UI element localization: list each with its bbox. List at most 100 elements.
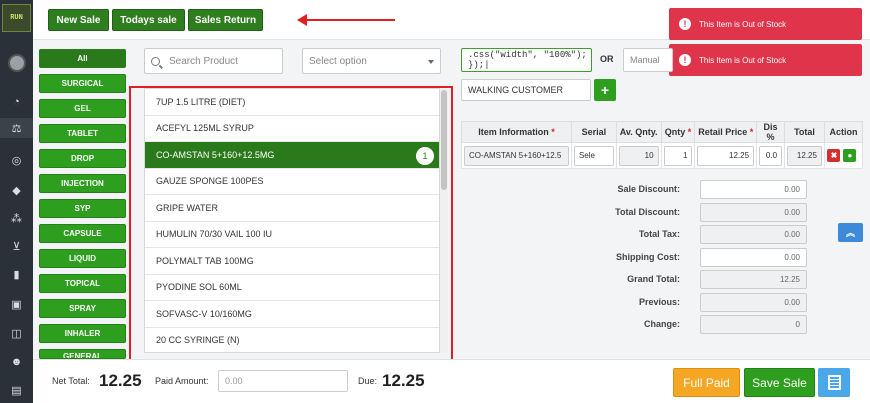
save-sale-button[interactable]: Save Sale xyxy=(744,368,815,397)
search-placeholder: Search Product xyxy=(169,55,238,67)
cart-icon[interactable]: ⊻ xyxy=(0,236,33,256)
category-tablet[interactable]: TABLET xyxy=(39,124,126,143)
book-icon[interactable]: ◫ xyxy=(0,323,33,343)
product-item[interactable]: SOFVASC-V 10/160MG xyxy=(145,301,439,328)
product-name: GRIPE WATER xyxy=(156,202,219,213)
todays-sale-button[interactable]: Todays sale xyxy=(112,9,185,31)
full-paid-button[interactable]: Full Paid xyxy=(673,368,740,397)
chevron-up-icon[interactable]: ︽ xyxy=(838,223,863,242)
column-header: Item Information * xyxy=(461,121,572,143)
product-item-selected[interactable]: CO-AMSTAN 5+160+12.5MG 1 xyxy=(145,142,439,169)
category-injection[interactable]: INJECTION xyxy=(39,174,126,193)
category-gel[interactable]: GEL xyxy=(39,99,126,118)
bag-icon[interactable]: ◆ xyxy=(0,180,33,200)
summary-label: Change: xyxy=(644,319,680,329)
product-name: CO-AMSTAN 5+160+12.5MG xyxy=(156,149,275,160)
scale-icon[interactable]: ⚖ xyxy=(0,118,33,138)
column-header: Total xyxy=(784,121,825,143)
product-item[interactable]: 7UP 1.5 LITRE (DIET) xyxy=(145,89,439,116)
grand-total-field: 12.25 xyxy=(700,269,807,289)
total-discount-row: Total Discount: 0.00 xyxy=(580,202,830,222)
category-surgical[interactable]: SURGICAL xyxy=(39,74,126,93)
manual-input[interactable]: Manual xyxy=(623,48,673,72)
category-topical[interactable]: TOPICAL xyxy=(39,274,126,293)
category-drop[interactable]: DROP xyxy=(39,149,126,168)
scrollbar-thumb[interactable] xyxy=(441,90,447,190)
out-of-stock-toast[interactable]: ! This Item is Out of Stock xyxy=(669,44,862,76)
product-item[interactable]: HUMULIN 70/30 VAIL 100 IU xyxy=(145,222,439,248)
summary-label: Sale Discount: xyxy=(617,184,680,194)
new-sale-button[interactable]: New Sale xyxy=(48,9,109,31)
out-of-stock-toast[interactable]: ! This Item is Out of Stock xyxy=(669,8,862,40)
side-icon-bar: RUN ◔ ⚖ ◎ ◆ ⁂ ⊻ ▮ ▣ ◫ ☻ ▤ xyxy=(0,0,33,403)
summary-label: Shipping Cost: xyxy=(616,252,680,262)
or-label: OR xyxy=(600,54,614,64)
category-inhaler[interactable]: INHALER xyxy=(39,324,126,343)
alert-icon: ! xyxy=(679,18,691,30)
sale-discount-row: Sale Discount: 0.00 xyxy=(580,179,830,199)
category-spray[interactable]: SPRAY xyxy=(39,299,126,318)
category-all[interactable]: All xyxy=(39,49,126,68)
available-qty-field: 10 xyxy=(618,145,659,166)
paid-amount-input[interactable]: 0.00 xyxy=(218,370,348,392)
due-label: Due: xyxy=(358,376,378,386)
product-item[interactable]: ACEFYL 125ML SYRUP xyxy=(145,116,439,142)
category-syp[interactable]: SYP xyxy=(39,199,126,218)
column-header: Av. Qnty. xyxy=(615,121,662,143)
change-row: Change: 0 xyxy=(580,314,830,334)
change-field: 0 xyxy=(700,314,807,334)
barcode-input[interactable]: .css("width", "100%"); });| xyxy=(461,48,592,72)
previous-row: Previous: 0.00 xyxy=(580,292,830,312)
sales-return-button[interactable]: Sales Return xyxy=(188,9,263,31)
category-liquid[interactable]: LIQUID xyxy=(39,249,126,268)
customer-input[interactable]: WALKING CUSTOMER xyxy=(461,79,591,101)
shipping-cost-field[interactable]: 0.00 xyxy=(700,247,807,267)
due-value: 12.25 xyxy=(382,371,425,390)
total-discount-field: 0.00 xyxy=(700,202,807,222)
product-item[interactable]: PYODINE SOL 60ML xyxy=(145,275,439,301)
net-total-value: 12.25 xyxy=(99,371,142,390)
product-name: ACEFYL 125ML SYRUP xyxy=(156,123,254,134)
total-tax-field: 0.00 xyxy=(700,224,807,244)
product-name: POLYMALT TAB 100MG xyxy=(156,255,254,266)
product-name: GAUZE SPONGE 100PES xyxy=(156,176,264,187)
calculator-button[interactable] xyxy=(818,368,850,397)
globe-icon[interactable]: ◎ xyxy=(0,150,33,170)
product-item[interactable]: GRIPE WATER xyxy=(145,195,439,222)
app-logo: RUN xyxy=(2,4,31,32)
category-general[interactable]: GENERAL xyxy=(39,349,126,359)
sale-items-table: Item Information * Serial Av. Qnty. Qnty… xyxy=(461,121,864,169)
toast-text: This Item is Out of Stock xyxy=(699,19,787,29)
item-info-field[interactable]: CO-AMSTAN 5+160+12.5 xyxy=(464,145,569,166)
category-capsule[interactable]: CAPSULE xyxy=(39,224,126,243)
column-header: Serial xyxy=(570,121,617,143)
view-icon[interactable]: ● xyxy=(843,149,857,162)
retail-price-field[interactable]: 12.25 xyxy=(697,145,755,166)
option-select[interactable]: Select option xyxy=(302,48,441,74)
sale-discount-field[interactable]: 0.00 xyxy=(700,179,807,199)
money-icon[interactable]: ▣ xyxy=(0,294,33,314)
discount-field[interactable]: 0.0 xyxy=(759,145,783,166)
total-tax-row: Total Tax: 0.00 xyxy=(580,224,830,244)
users-icon[interactable]: ☻ xyxy=(0,352,33,372)
chevron-down-icon xyxy=(428,60,434,64)
product-item[interactable]: GAUZE SPONGE 100PES xyxy=(145,169,439,195)
qty-field[interactable]: 1 xyxy=(663,145,693,166)
bar-chart-icon[interactable]: ▮ xyxy=(0,264,33,284)
network-icon[interactable]: ⁂ xyxy=(0,208,33,228)
product-item[interactable]: 20 CC SYRINGE (N) xyxy=(145,328,439,353)
dashboard-icon[interactable]: ◔ xyxy=(0,92,33,112)
user-avatar[interactable] xyxy=(8,54,26,72)
delete-icon[interactable]: ✖ xyxy=(827,149,841,162)
table-row: CO-AMSTAN 5+160+12.5 Sele 10 1 12.25 0.0… xyxy=(461,142,864,169)
previous-field: 0.00 xyxy=(700,292,807,312)
shipping-cost-row: Shipping Cost: 0.00 xyxy=(580,247,830,267)
column-header: Retail Price * xyxy=(694,121,758,143)
briefcase-icon[interactable]: ▤ xyxy=(0,380,33,400)
product-list-scrollbar[interactable] xyxy=(440,88,448,353)
add-customer-button[interactable]: + xyxy=(594,79,616,101)
serial-select[interactable]: Sele xyxy=(573,145,614,166)
search-product-input[interactable]: Search Product xyxy=(144,48,283,74)
column-header: Action xyxy=(823,121,864,143)
product-item[interactable]: POLYMALT TAB 100MG xyxy=(145,248,439,275)
